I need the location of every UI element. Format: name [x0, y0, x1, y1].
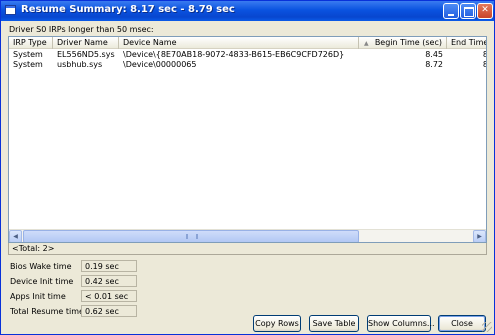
horizontal-scrollbar[interactable]: ◀ ▶	[9, 229, 486, 242]
irp-list-view[interactable]: IRP Type Driver Name Device Name Begin T…	[8, 36, 487, 243]
cell-driver-name: EL556ND5.sys	[57, 50, 115, 59]
close-button[interactable]: Close	[438, 315, 486, 332]
total-count: <Total: 2>	[8, 243, 487, 255]
scroll-left-arrow-icon[interactable]: ◀	[9, 230, 22, 242]
window-title: Resume Summary: 8.17 sec - 8.79 sec	[21, 4, 235, 15]
scrollbar-thumb[interactable]	[23, 230, 359, 242]
show-columns-button[interactable]: Show Columns...	[367, 315, 435, 332]
total-resume-time-value: 0.62 sec	[81, 305, 137, 317]
bios-wake-time-label: Bios Wake time	[10, 262, 72, 271]
sort-ascending-icon: ▲	[364, 40, 369, 47]
column-header-device-name[interactable]: Device Name	[119, 37, 359, 49]
bios-wake-time-value: 0.19 sec	[81, 260, 137, 272]
device-init-time-value: 0.42 sec	[81, 275, 137, 287]
close-window-button[interactable]: ✕	[477, 3, 493, 19]
cell-end-time: 8	[447, 50, 486, 60]
cell-driver-name: usbhub.sys	[57, 60, 103, 69]
cell-device-name: \Device\{8E70AB18-9072-4833-B615-EB6C9CF…	[123, 50, 345, 59]
column-header-begin-time[interactable]: Begin Time (sec)	[359, 37, 447, 49]
list-caption: Driver S0 IRPs longer than 50 msec:	[9, 25, 154, 34]
scroll-right-arrow-icon[interactable]: ▶	[473, 230, 486, 242]
apps-init-time-value: < 0.01 sec	[81, 290, 137, 302]
column-header-irp-type[interactable]: IRP Type	[9, 37, 53, 49]
table-row[interactable]: System EL556ND5.sys \Device\{8E70AB18-90…	[9, 50, 486, 60]
copy-rows-button[interactable]: Copy Rows	[253, 315, 301, 332]
resume-summary-window: Resume Summary: 8.17 sec - 8.79 sec ✕ Dr…	[0, 0, 495, 335]
maximize-button[interactable]	[460, 3, 476, 19]
apps-init-time-label: Apps Init time	[10, 292, 66, 301]
cell-begin-time: 8.45	[425, 50, 443, 59]
cell-end-time: 8	[447, 60, 486, 70]
window-app-icon	[5, 5, 16, 15]
cell-begin-time: 8.72	[425, 60, 443, 69]
title-bar[interactable]: Resume Summary: 8.17 sec - 8.79 sec ✕	[1, 1, 494, 21]
resize-grip-icon[interactable]	[482, 322, 492, 332]
minimize-button[interactable]	[443, 3, 459, 19]
save-table-button[interactable]: Save Table	[309, 315, 359, 332]
cell-device-name: \Device\00000065	[123, 60, 197, 69]
cell-irp-type: System	[13, 60, 43, 69]
table-row[interactable]: System usbhub.sys \Device\00000065 8.72 …	[9, 60, 486, 70]
cell-irp-type: System	[13, 50, 43, 59]
total-resume-time-label: Total Resume time	[10, 307, 84, 316]
column-header-end-time[interactable]: End Time (s	[447, 37, 486, 49]
column-header-driver-name[interactable]: Driver Name	[53, 37, 119, 49]
list-header: IRP Type Driver Name Device Name Begin T…	[9, 37, 486, 49]
device-init-time-label: Device Init time	[10, 277, 74, 286]
